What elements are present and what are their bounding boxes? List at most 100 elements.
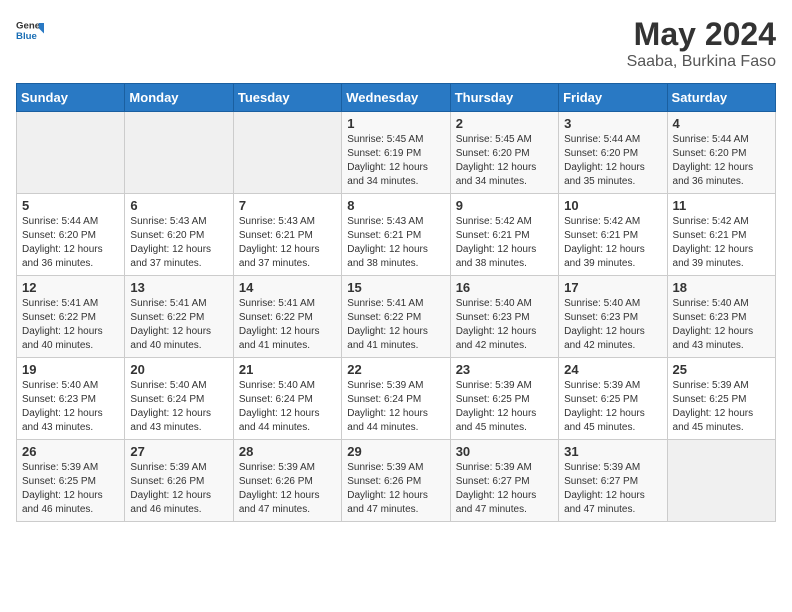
table-row: 29 Sunrise: 5:39 AM Sunset: 6:26 PM Dayli… [342, 440, 450, 522]
title-month: May 2024 [627, 16, 776, 53]
day-info: Sunrise: 5:39 AM Sunset: 6:27 PM Dayligh… [564, 461, 661, 517]
day-number: 7 [239, 198, 336, 213]
col-monday: Monday [125, 84, 233, 112]
day-number: 28 [239, 444, 336, 459]
day-number: 25 [673, 362, 770, 377]
table-row: 20 Sunrise: 5:40 AM Sunset: 6:24 PM Dayli… [125, 358, 233, 440]
day-number: 24 [564, 362, 661, 377]
svg-text:Blue: Blue [16, 31, 37, 42]
day-number: 1 [347, 116, 444, 131]
day-number: 16 [456, 280, 553, 295]
day-number: 20 [130, 362, 227, 377]
day-info: Sunrise: 5:39 AM Sunset: 6:25 PM Dayligh… [456, 379, 553, 435]
day-info: Sunrise: 5:43 AM Sunset: 6:20 PM Dayligh… [130, 215, 227, 271]
table-row: 28 Sunrise: 5:39 AM Sunset: 6:26 PM Dayli… [233, 440, 341, 522]
logo-icon: General Blue [16, 16, 44, 44]
table-row: 8 Sunrise: 5:43 AM Sunset: 6:21 PM Daylig… [342, 194, 450, 276]
calendar-week-row: 19 Sunrise: 5:40 AM Sunset: 6:23 PM Dayli… [17, 358, 776, 440]
day-number: 2 [456, 116, 553, 131]
col-sunday: Sunday [17, 84, 125, 112]
day-info: Sunrise: 5:40 AM Sunset: 6:24 PM Dayligh… [239, 379, 336, 435]
table-row: 30Sunrise: 5:39 AM Sunset: 6:27 PM Dayli… [450, 440, 558, 522]
calendar-header-row: Sunday Monday Tuesday Wednesday Thursday… [17, 84, 776, 112]
day-info: Sunrise: 5:39 AM Sunset: 6:25 PM Dayligh… [673, 379, 770, 435]
day-number: 4 [673, 116, 770, 131]
col-friday: Friday [559, 84, 667, 112]
day-info: Sunrise: 5:39 AM Sunset: 6:26 PM Dayligh… [130, 461, 227, 517]
calendar-table: Sunday Monday Tuesday Wednesday Thursday… [16, 83, 776, 522]
table-row [233, 112, 341, 194]
table-row: 19 Sunrise: 5:40 AM Sunset: 6:23 PM Dayli… [17, 358, 125, 440]
day-info: Sunrise: 5:44 AM Sunset: 6:20 PM Dayligh… [673, 133, 770, 189]
col-tuesday: Tuesday [233, 84, 341, 112]
calendar-week-row: 1 Sunrise: 5:45 AM Sunset: 6:19 PM Daylig… [17, 112, 776, 194]
title-block: May 2024 Saaba, Burkina Faso [627, 16, 776, 71]
day-info: Sunrise: 5:41 AM Sunset: 6:22 PM Dayligh… [130, 297, 227, 353]
day-info: Sunrise: 5:41 AM Sunset: 6:22 PM Dayligh… [347, 297, 444, 353]
day-info: Sunrise: 5:42 AM Sunset: 6:21 PM Dayligh… [564, 215, 661, 271]
day-info: Sunrise: 5:41 AM Sunset: 6:22 PM Dayligh… [239, 297, 336, 353]
table-row: 17Sunrise: 5:40 AM Sunset: 6:23 PM Dayli… [559, 276, 667, 358]
day-info: Sunrise: 5:39 AM Sunset: 6:26 PM Dayligh… [347, 461, 444, 517]
day-number: 15 [347, 280, 444, 295]
day-number: 18 [673, 280, 770, 295]
table-row: 14 Sunrise: 5:41 AM Sunset: 6:22 PM Dayli… [233, 276, 341, 358]
day-info: Sunrise: 5:39 AM Sunset: 6:25 PM Dayligh… [22, 461, 119, 517]
day-number: 21 [239, 362, 336, 377]
day-number: 10 [564, 198, 661, 213]
day-info: Sunrise: 5:40 AM Sunset: 6:23 PM Dayligh… [22, 379, 119, 435]
day-info: Sunrise: 5:40 AM Sunset: 6:23 PM Dayligh… [456, 297, 553, 353]
table-row [17, 112, 125, 194]
day-number: 26 [22, 444, 119, 459]
day-number: 19 [22, 362, 119, 377]
table-row: 4 Sunrise: 5:44 AM Sunset: 6:20 PM Daylig… [667, 112, 775, 194]
table-row: 5 Sunrise: 5:44 AM Sunset: 6:20 PM Daylig… [17, 194, 125, 276]
day-number: 6 [130, 198, 227, 213]
calendar-week-row: 26 Sunrise: 5:39 AM Sunset: 6:25 PM Dayli… [17, 440, 776, 522]
table-row: 26 Sunrise: 5:39 AM Sunset: 6:25 PM Dayli… [17, 440, 125, 522]
day-number: 13 [130, 280, 227, 295]
day-number: 23 [456, 362, 553, 377]
day-number: 22 [347, 362, 444, 377]
table-row: 31 Sunrise: 5:39 AM Sunset: 6:27 PM Dayli… [559, 440, 667, 522]
table-row: 25 Sunrise: 5:39 AM Sunset: 6:25 PM Dayli… [667, 358, 775, 440]
day-info: Sunrise: 5:41 AM Sunset: 6:22 PM Dayligh… [22, 297, 119, 353]
table-row: 13 Sunrise: 5:41 AM Sunset: 6:22 PM Dayli… [125, 276, 233, 358]
table-row: 10 Sunrise: 5:42 AM Sunset: 6:21 PM Dayli… [559, 194, 667, 276]
day-number: 8 [347, 198, 444, 213]
table-row: 12 Sunrise: 5:41 AM Sunset: 6:22 PM Dayli… [17, 276, 125, 358]
col-saturday: Saturday [667, 84, 775, 112]
table-row: 18Sunrise: 5:40 AM Sunset: 6:23 PM Dayli… [667, 276, 775, 358]
day-info: Sunrise: 5:39 AM Sunset: 6:24 PM Dayligh… [347, 379, 444, 435]
page-header: General Blue May 2024 Saaba, Burkina Fas… [16, 16, 776, 71]
day-info: Sunrise: 5:42 AM Sunset: 6:21 PM Dayligh… [673, 215, 770, 271]
day-info: Sunrise: 5:43 AM Sunset: 6:21 PM Dayligh… [347, 215, 444, 271]
table-row: 1 Sunrise: 5:45 AM Sunset: 6:19 PM Daylig… [342, 112, 450, 194]
day-number: 31 [564, 444, 661, 459]
day-number: 29 [347, 444, 444, 459]
table-row: 21 Sunrise: 5:40 AM Sunset: 6:24 PM Dayli… [233, 358, 341, 440]
day-info: Sunrise: 5:44 AM Sunset: 6:20 PM Dayligh… [22, 215, 119, 271]
day-info: Sunrise: 5:40 AM Sunset: 6:24 PM Dayligh… [130, 379, 227, 435]
day-number: 3 [564, 116, 661, 131]
col-thursday: Thursday [450, 84, 558, 112]
title-location: Saaba, Burkina Faso [627, 53, 776, 71]
table-row: 27Sunrise: 5:39 AM Sunset: 6:26 PM Dayli… [125, 440, 233, 522]
day-info: Sunrise: 5:42 AM Sunset: 6:21 PM Dayligh… [456, 215, 553, 271]
day-number: 12 [22, 280, 119, 295]
day-info: Sunrise: 5:45 AM Sunset: 6:19 PM Dayligh… [347, 133, 444, 189]
table-row: 24 Sunrise: 5:39 AM Sunset: 6:25 PM Dayli… [559, 358, 667, 440]
table-row: 22 Sunrise: 5:39 AM Sunset: 6:24 PM Dayli… [342, 358, 450, 440]
day-number: 5 [22, 198, 119, 213]
calendar-week-row: 12 Sunrise: 5:41 AM Sunset: 6:22 PM Dayli… [17, 276, 776, 358]
day-info: Sunrise: 5:39 AM Sunset: 6:26 PM Dayligh… [239, 461, 336, 517]
table-row: 3Sunrise: 5:44 AM Sunset: 6:20 PM Daylig… [559, 112, 667, 194]
day-info: Sunrise: 5:40 AM Sunset: 6:23 PM Dayligh… [564, 297, 661, 353]
table-row: 6 Sunrise: 5:43 AM Sunset: 6:20 PM Daylig… [125, 194, 233, 276]
day-info: Sunrise: 5:39 AM Sunset: 6:25 PM Dayligh… [564, 379, 661, 435]
table-row [667, 440, 775, 522]
logo: General Blue [16, 16, 44, 44]
day-info: Sunrise: 5:45 AM Sunset: 6:20 PM Dayligh… [456, 133, 553, 189]
calendar-week-row: 5 Sunrise: 5:44 AM Sunset: 6:20 PM Daylig… [17, 194, 776, 276]
day-number: 14 [239, 280, 336, 295]
